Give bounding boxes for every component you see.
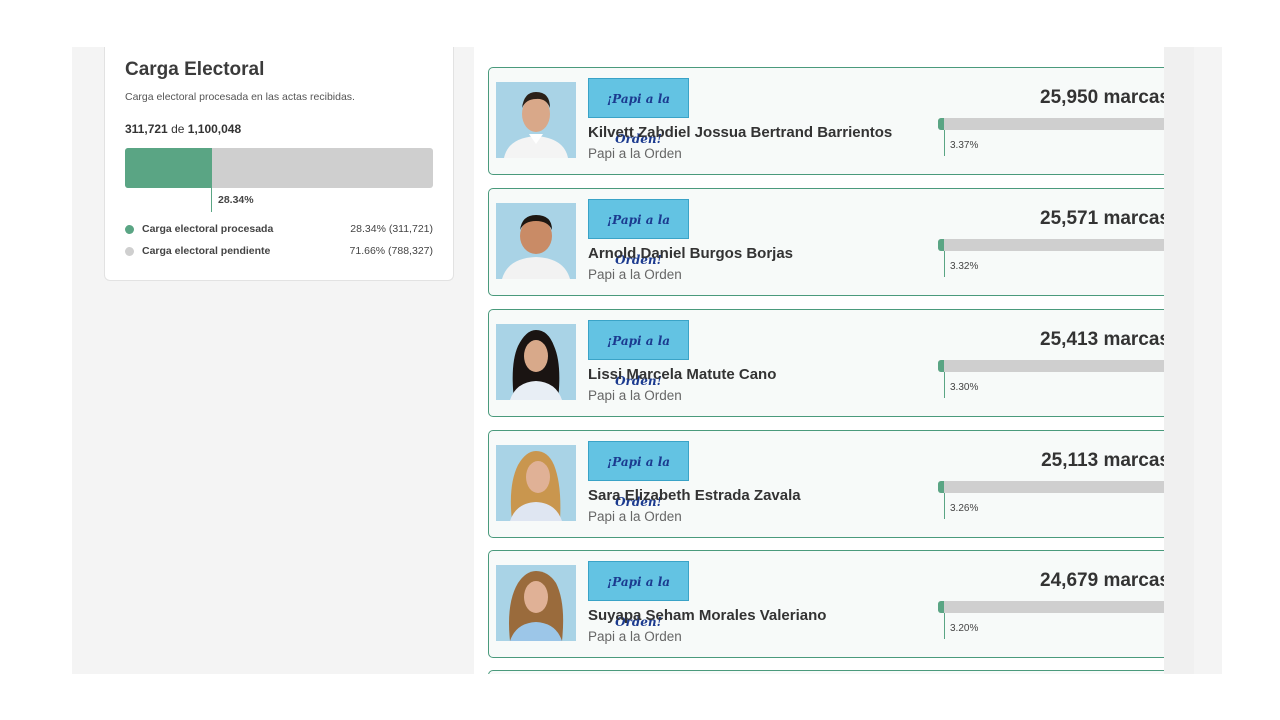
candidate-card[interactable]: ¡Papi a la Orden! Sara Elizabeth Estrada… — [488, 430, 1178, 538]
legend-pending-value: 71.66% (788,327) — [349, 245, 433, 257]
vote-bar-marker — [944, 493, 945, 519]
legend-processed-label: Carga electoral procesada — [142, 223, 274, 235]
legend-pending-dot — [125, 247, 134, 256]
carga-percent-label: 28.34% — [218, 194, 254, 206]
processed-count: 311,721 — [125, 122, 168, 136]
vote-bar-marker — [944, 372, 945, 398]
candidate-card[interactable]: ¡Papi a la Orden! Lissi Marcela Matute C… — [488, 309, 1178, 417]
legend-processed-value: 28.34% (311,721) — [350, 223, 433, 235]
vote-bar-marker — [944, 251, 945, 277]
candidates-list: ¡Papi a la Orden! Kilvett Zabdiel Jossua… — [474, 47, 1192, 674]
candidate-votes: 25,950 marcas — [1040, 87, 1170, 108]
candidate-card[interactable]: ¡Papi a la Orden! Arnold Daniel Burgos B… — [488, 188, 1178, 296]
vote-bar — [938, 360, 1171, 372]
count-connector: de — [171, 122, 185, 136]
total-count: 1,100,048 — [187, 122, 242, 136]
candidate-name: Arnold Daniel Burgos Borjas — [588, 245, 794, 262]
candidate-name: Sara Elizabeth Estrada Zavala — [588, 487, 801, 504]
candidate-card-partial[interactable] — [488, 670, 1178, 674]
vote-bar-marker — [944, 613, 945, 639]
candidate-photo — [496, 445, 576, 521]
vote-bar-marker — [944, 130, 945, 156]
vote-percent: 3.26% — [950, 503, 979, 514]
carga-count: 311,721 de 1,100,048 — [125, 122, 241, 136]
party-logo: ¡Papi a la Orden! — [588, 441, 689, 509]
candidate-votes: 25,571 marcas — [1040, 208, 1170, 229]
vote-bar-fill — [938, 360, 944, 372]
candidate-photo — [496, 324, 576, 400]
vote-bar-fill — [938, 239, 944, 251]
party-logo: ¡Papi a la Orden! — [588, 199, 689, 267]
candidate-name: Kilvett Zabdiel Jossua Bertrand Barrient… — [588, 124, 893, 141]
party-logo: ¡Papi a la Orden! — [588, 78, 689, 146]
vote-percent: 3.30% — [950, 382, 979, 393]
carga-progress-fill — [125, 148, 213, 188]
vote-bar — [938, 481, 1171, 493]
carga-progress-bar — [125, 148, 433, 188]
candidate-photo — [496, 82, 576, 158]
carga-progress-marker — [211, 188, 212, 212]
vote-bar — [938, 118, 1171, 130]
vote-percent: 3.32% — [950, 261, 979, 272]
candidate-party: Papi a la Orden — [588, 509, 682, 524]
carga-subtitle: Carga electoral procesada en las actas r… — [125, 91, 355, 103]
vote-percent: 3.37% — [950, 140, 979, 151]
legend-pending-label: Carga electoral pendiente — [142, 245, 271, 257]
carga-title: Carga Electoral — [125, 59, 265, 80]
vote-bar — [938, 601, 1171, 613]
candidate-card[interactable]: ¡Papi a la Orden! Suyapa Seham Morales V… — [488, 550, 1178, 658]
candidate-name: Lissi Marcela Matute Cano — [588, 366, 777, 383]
vote-bar-fill — [938, 481, 944, 493]
candidate-name: Suyapa Seham Morales Valeriano — [588, 607, 827, 624]
candidate-card[interactable]: ¡Papi a la Orden! Kilvett Zabdiel Jossua… — [488, 67, 1178, 175]
vote-bar-fill — [938, 601, 944, 613]
vote-percent: 3.20% — [950, 623, 979, 634]
vote-bar — [938, 239, 1171, 251]
candidate-party: Papi a la Orden — [588, 629, 682, 644]
candidate-votes: 25,413 marcas — [1040, 329, 1170, 350]
candidate-party: Papi a la Orden — [588, 267, 682, 282]
page-background: Carga Electoral Carga electoral procesad… — [72, 47, 1222, 674]
party-logo: ¡Papi a la Orden! — [588, 320, 689, 388]
candidate-photo — [496, 203, 576, 279]
party-logo: ¡Papi a la Orden! — [588, 561, 689, 629]
candidate-votes: 24,679 marcas — [1040, 570, 1170, 591]
candidate-photo — [496, 565, 576, 641]
vote-bar-fill — [938, 118, 944, 130]
carga-electoral-card: Carga Electoral Carga electoral procesad… — [104, 47, 454, 281]
candidate-votes: 25,113 marcas — [1041, 450, 1170, 471]
candidate-party: Papi a la Orden — [588, 146, 682, 161]
legend-processed-dot — [125, 225, 134, 234]
scroll-gutter — [1164, 47, 1194, 674]
candidate-party: Papi a la Orden — [588, 388, 682, 403]
